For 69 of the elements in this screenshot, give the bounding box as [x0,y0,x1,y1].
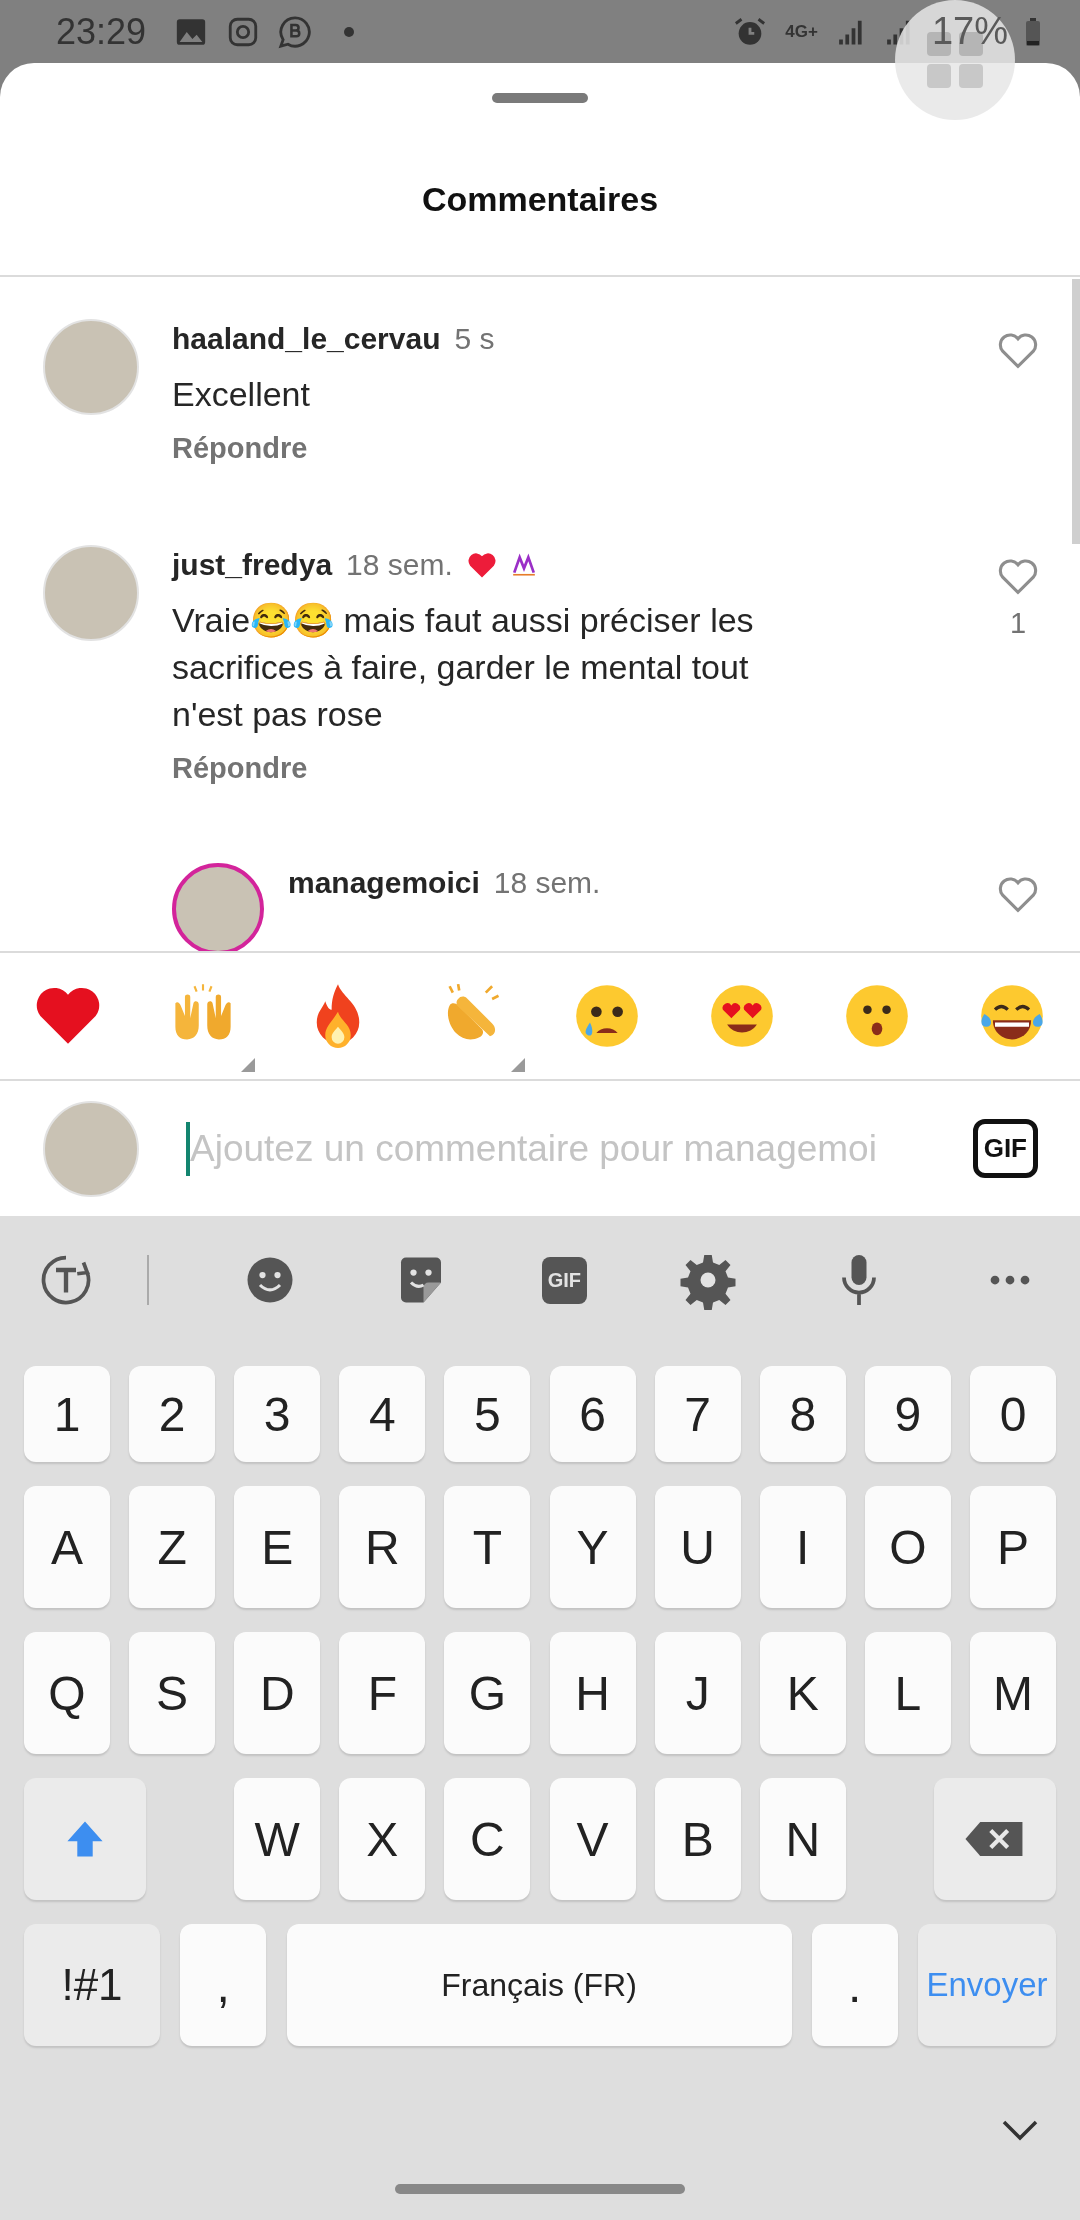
status-time: 23:29 [56,10,147,53]
key[interactable]: N [759,1778,846,1900]
reply-link[interactable]: Répondre [172,432,988,465]
comment-input-field[interactable]: Ajoutez un commentaire pour managemoi [186,1118,953,1179]
comment-time: 18 sem. [493,866,601,900]
key[interactable]: E [234,1486,321,1608]
key[interactable]: O [864,1486,951,1608]
gif-button[interactable]: GIF [972,1119,1038,1178]
key[interactable]: 1 [24,1366,110,1462]
key[interactable]: W [234,1778,321,1900]
comment-text: Excellent [172,374,311,415]
heart-icon[interactable] [997,557,1039,595]
symbols-key[interactable]: !#1 [24,1924,160,2046]
key[interactable]: U [654,1486,741,1608]
drag-handle[interactable] [492,93,588,103]
shift-key[interactable] [24,1778,146,1900]
comment-username[interactable]: haaland_le_cervau [172,322,441,356]
key[interactable]: L [864,1632,951,1754]
key[interactable]: Z [129,1486,216,1608]
space-key[interactable]: Français (FR) [286,1924,792,2046]
key[interactable]: 6 [549,1366,636,1462]
like-count: 1 [1009,607,1027,640]
comment-text: Vraie😂😂 mais faut aussi préciser les sacrifices à faire, garder le mental tout n'est pas rose [172,600,755,735]
key[interactable]: K [759,1632,846,1754]
chat-bubble-icon [278,14,313,49]
logo-icon [510,553,537,577]
hide-keyboard-icon[interactable] [1000,2118,1040,2142]
reply-link[interactable]: Répondre [172,752,988,785]
key[interactable]: . [811,1924,898,2046]
key[interactable]: H [549,1632,636,1754]
key[interactable]: J [654,1632,741,1754]
key[interactable]: M [970,1632,1056,1754]
key[interactable]: S [129,1632,216,1754]
key[interactable]: R [339,1486,426,1608]
key[interactable]: G [444,1632,531,1754]
comment-time: 18 sem. [346,548,453,582]
key[interactable]: 4 [339,1366,426,1462]
key[interactable]: D [234,1632,321,1754]
key[interactable]: 3 [234,1366,321,1462]
key[interactable]: P [970,1486,1056,1608]
heart-icon[interactable] [997,331,1039,369]
key[interactable]: T [444,1486,531,1608]
key[interactable]: , [180,1924,267,2046]
key[interactable]: B [654,1778,741,1900]
heart-icon[interactable] [997,875,1039,913]
key[interactable]: C [444,1778,531,1900]
network-type: 4G+ [785,21,818,42]
key[interactable]: 2 [129,1366,216,1462]
key[interactable]: A [24,1486,110,1608]
gif-key[interactable]: GIF [541,1256,588,1304]
key[interactable]: V [549,1778,636,1900]
key[interactable]: Y [549,1486,636,1608]
battery-percent: 17% [931,10,1008,53]
backspace-key[interactable] [934,1778,1056,1900]
battery-icon [1026,16,1040,47]
key[interactable]: 9 [864,1366,951,1462]
comment-time: 5 s [454,322,495,356]
key[interactable]: 7 [654,1366,741,1462]
comment-username[interactable]: managemoici [288,866,480,900]
comment-username[interactable]: just_fredya [172,548,333,582]
key[interactable]: 0 [970,1366,1056,1462]
key[interactable]: F [339,1632,426,1754]
notification-dot-icon [344,26,355,37]
key[interactable]: 5 [444,1366,531,1462]
key[interactable]: X [339,1778,426,1900]
key[interactable]: I [759,1486,846,1608]
sheet-title: Commentaires [0,103,1080,277]
key[interactable]: Q [24,1632,110,1754]
key[interactable]: 8 [759,1366,846,1462]
